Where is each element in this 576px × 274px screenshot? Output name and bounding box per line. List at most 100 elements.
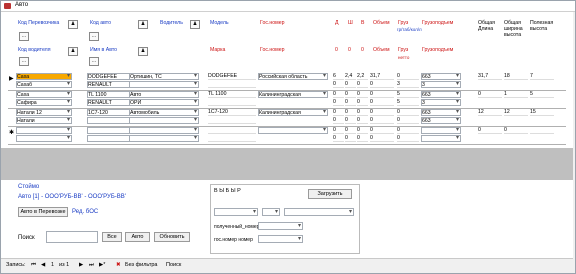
cell-width[interactable]: 0 [345, 109, 356, 116]
cell-region[interactable] [258, 127, 328, 134]
cell-name[interactable] [16, 135, 72, 142]
sort-button-driver[interactable]: ... [19, 57, 29, 66]
selection-dropdown-1[interactable] [214, 208, 258, 216]
sort-icon[interactable]: ♟ [138, 20, 148, 29]
cell-height[interactable]: 0 [357, 109, 368, 116]
cell-cargo[interactable]: 5 [397, 99, 419, 106]
cell-volume[interactable]: 0 [370, 117, 394, 124]
selection-dropdown-2[interactable] [262, 208, 280, 216]
cell-width[interactable]: 0 [345, 135, 356, 142]
cell-cargo[interactable]: 3 [397, 81, 419, 88]
cell-width[interactable]: 0 [345, 127, 356, 134]
cell-tag[interactable] [208, 127, 256, 134]
cell-capacity[interactable]: 663 [421, 117, 461, 124]
sort-icon[interactable]: ♟ [68, 47, 78, 56]
cell-height[interactable]: 0 [357, 99, 368, 106]
cell-width[interactable]: 0 [345, 117, 356, 124]
cell-tag[interactable] [208, 117, 256, 124]
cell-useful-height[interactable]: 7 [530, 73, 554, 80]
cell-driver[interactable]: Авто [129, 91, 199, 98]
nav-first-icon[interactable]: ⏮ [31, 262, 36, 269]
cell-volume[interactable]: 0 [370, 135, 394, 142]
cell-length[interactable]: 0 [333, 99, 344, 106]
cell-total-length[interactable]: 12 [478, 109, 502, 116]
cell-useful-height[interactable] [530, 127, 554, 134]
cell-length[interactable]: 0 [333, 109, 344, 116]
cell-capacity[interactable]: 663 [421, 73, 461, 80]
new-record-marker[interactable]: ✱ [9, 129, 14, 136]
cell-capacity[interactable]: 663 [421, 109, 461, 116]
cell-volume[interactable]: 0 [370, 127, 394, 134]
cell-volume[interactable]: 0 [370, 81, 394, 88]
cell-volume[interactable]: 0 [370, 99, 394, 106]
sort-icon[interactable]: ♟ [190, 20, 200, 29]
cell-total-width[interactable]: 1 [504, 91, 528, 98]
cell-height[interactable]: 0 [357, 117, 368, 124]
cell-capacity[interactable]: 663 [421, 91, 461, 98]
sort-button-name[interactable]: ... [89, 57, 99, 66]
cell-name[interactable]: Натали 12 [16, 109, 72, 116]
cell-length[interactable]: 0 [333, 81, 344, 88]
cell-driver[interactable]: ОРИ [129, 99, 199, 106]
cell-capacity[interactable] [421, 135, 461, 142]
record-selector[interactable]: ▶ [9, 75, 14, 82]
cell-length[interactable]: 0 [333, 91, 344, 98]
cell-tag[interactable] [208, 81, 256, 88]
nav-new-icon[interactable]: ▶* [99, 262, 105, 268]
cell-width[interactable]: 2,4 [345, 73, 356, 80]
search-input[interactable] [46, 231, 98, 243]
cell-total-length[interactable]: 0 [478, 91, 502, 98]
cell-width[interactable]: 0 [345, 91, 356, 98]
sort-icon[interactable]: ♟ [138, 47, 148, 56]
cell-length[interactable]: 0 [333, 127, 344, 134]
cell-driver[interactable] [129, 81, 199, 88]
cell-name[interactable]: Сахаб [16, 81, 72, 88]
cell-total-width[interactable]: 12 [504, 109, 528, 116]
cell-tag[interactable] [208, 135, 256, 142]
cell-cargo[interactable]: 0 [397, 135, 419, 142]
cell-name[interactable]: Саха [16, 73, 72, 80]
cell-region[interactable]: Российская область [258, 73, 328, 80]
cell-driver[interactable] [129, 117, 199, 124]
cell-width[interactable]: 0 [345, 81, 356, 88]
cell-tag[interactable] [208, 99, 256, 106]
cell-cargo[interactable]: 0 [397, 117, 419, 124]
cell-region[interactable]: Калининградская [258, 91, 328, 98]
cell-tag[interactable]: TL 1100 [208, 91, 256, 98]
cell-useful-height[interactable]: 5 [530, 91, 554, 98]
cell-height[interactable]: 2,2 [357, 73, 368, 80]
cell-name[interactable]: Натали [16, 117, 72, 124]
selection-dropdown-4[interactable] [258, 222, 303, 230]
cell-cargo[interactable]: 0 [397, 127, 419, 134]
selection-dropdown-5[interactable] [258, 235, 303, 243]
add-to-transport-button[interactable]: Авто в Перевозке [18, 207, 68, 217]
find-button[interactable]: Все [102, 232, 122, 242]
load-button[interactable]: Загрузить [308, 189, 352, 199]
cell-capacity[interactable]: 3 [421, 99, 461, 106]
nav-last-icon[interactable]: ⏭ [89, 262, 94, 269]
cell-height[interactable]: 0 [357, 135, 368, 142]
nav-next-icon[interactable]: ▶ [79, 262, 83, 268]
cell-name[interactable] [16, 127, 72, 134]
cell-height[interactable]: 0 [357, 127, 368, 134]
cell-tag[interactable]: DODGEFEE [208, 73, 256, 80]
cell-name[interactable]: Саха [16, 91, 72, 98]
cell-tag[interactable]: 1C7-120 [208, 109, 256, 116]
cell-volume[interactable]: 0 [370, 91, 394, 98]
cell-driver[interactable] [129, 127, 199, 134]
search-status[interactable]: Поиск [166, 262, 181, 268]
cell-total-length[interactable]: 0 [478, 127, 502, 134]
cell-cargo[interactable]: 0 [397, 109, 419, 116]
selection-dropdown-3[interactable] [284, 208, 354, 216]
cell-total-width[interactable]: 18 [504, 73, 528, 80]
cell-capacity[interactable]: 3 [421, 81, 461, 88]
nav-prev-icon[interactable]: ◀ [41, 262, 45, 268]
cell-volume[interactable]: 31,7 [370, 73, 394, 80]
cell-length[interactable]: 0 [333, 117, 344, 124]
all-button[interactable]: Авто [125, 232, 150, 242]
cell-length[interactable]: 6 [333, 73, 344, 80]
cell-useful-height[interactable]: 15 [530, 109, 554, 116]
cell-width[interactable]: 0 [345, 99, 356, 106]
cell-volume[interactable]: 0 [370, 109, 394, 116]
update-button[interactable]: Обновить [154, 232, 190, 242]
